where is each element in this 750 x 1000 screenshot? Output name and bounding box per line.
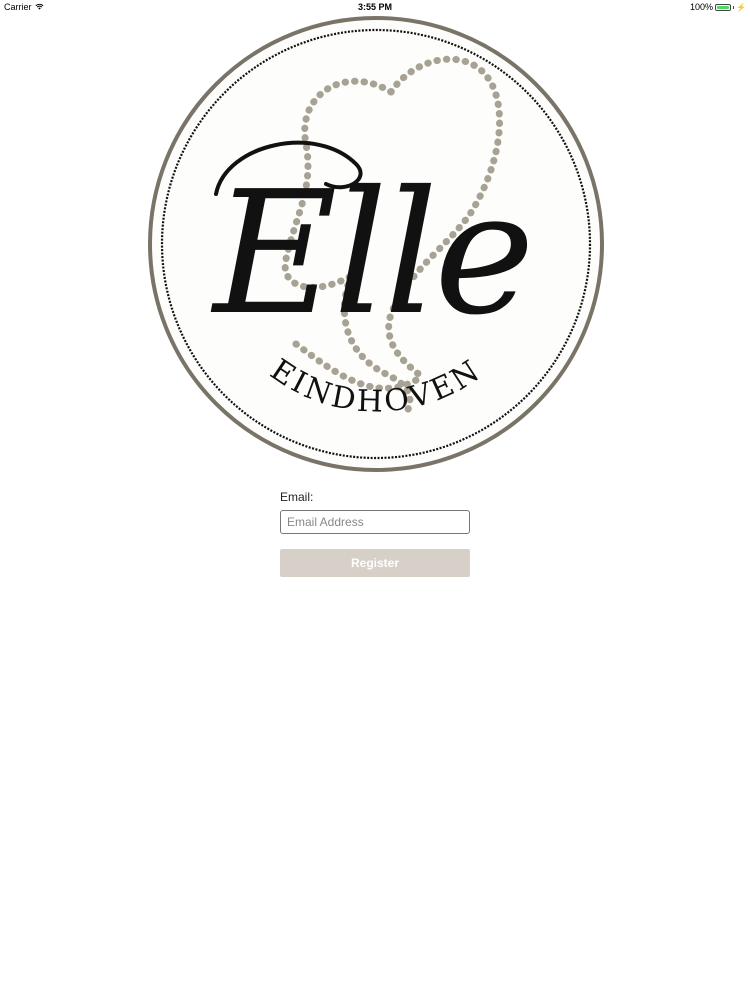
charging-bolt-icon: ⚡ <box>736 2 746 12</box>
status-time: 3:55 PM <box>357 2 392 12</box>
elle-eindhoven-logo: Elle EINDHOVEN <box>148 16 604 472</box>
battery-indicator: 100% ⚡ <box>690 2 746 12</box>
email-field[interactable] <box>280 510 470 534</box>
battery-fill <box>717 5 730 9</box>
battery-tip <box>733 5 735 9</box>
email-label: Email: <box>280 490 314 504</box>
logo-script-text: Elle <box>210 155 530 353</box>
battery-icon <box>715 3 732 11</box>
register-button[interactable]: Register <box>280 549 470 577</box>
battery-percent: 100% <box>690 2 714 12</box>
register-form: Email: Register <box>280 490 470 577</box>
